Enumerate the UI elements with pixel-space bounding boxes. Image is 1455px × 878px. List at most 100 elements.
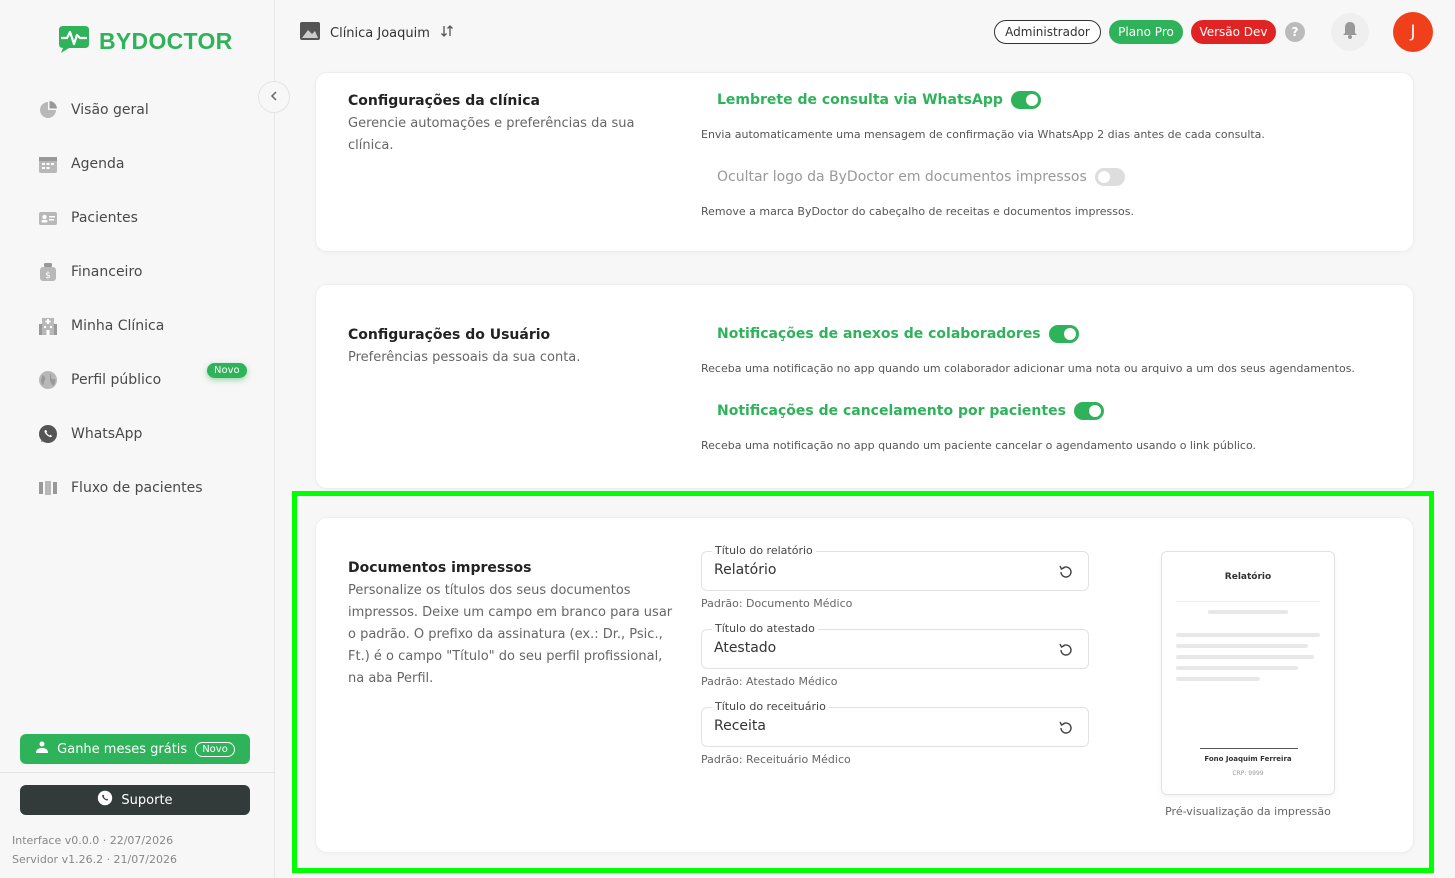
brand-logo[interactable]: BYDOCTOR xyxy=(55,24,233,58)
sidebar-item-label: Agenda xyxy=(71,156,125,172)
sidebar-item-whatsapp[interactable]: WhatsApp xyxy=(37,407,252,461)
whatsapp-reminder-toggle[interactable] xyxy=(1010,91,1041,109)
logo-icon xyxy=(55,24,93,58)
sidebar-item-label: Pacientes xyxy=(71,210,138,226)
user-avatar[interactable]: J xyxy=(1393,12,1433,52)
sidebar-item-label: Financeiro xyxy=(71,264,143,280)
user-settings-title: Configurações do Usuário xyxy=(348,327,551,343)
clinic-settings-title: Configurações da clínica xyxy=(348,93,540,109)
support-button[interactable]: Suporte xyxy=(20,785,250,815)
preview-line xyxy=(1208,610,1288,614)
brand-name: BYDOCTOR xyxy=(99,27,233,54)
attachments-notification-setting: Notificações de anexos de colaboradores xyxy=(717,325,1079,343)
support-label: Suporte xyxy=(121,792,173,808)
user-settings-card: Configurações do Usuário Preferências pe… xyxy=(315,284,1414,489)
clinic-switcher[interactable]: Clínica Joaquim xyxy=(300,22,454,44)
setting-label: Lembrete de consulta via WhatsApp xyxy=(717,92,1003,108)
interface-version: Interface v0.0.0 · 22/07/2026 xyxy=(12,834,174,847)
user-settings-desc: Preferências pessoais da sua conta. xyxy=(348,350,581,365)
report-title-field: Título do relatório xyxy=(701,544,1089,591)
sidebar-item-pacientes[interactable]: Pacientes xyxy=(37,191,252,245)
whatsapp-reminder-setting: Lembrete de consulta via WhatsApp xyxy=(717,91,1041,109)
hide-logo-setting: Ocultar logo da ByDoctor em documentos i… xyxy=(717,168,1125,186)
preview-crp: CRP: 9999 xyxy=(1232,770,1264,777)
sidebar-item-visao-geral[interactable]: Visão geral xyxy=(37,83,252,137)
reset-prescription-title-button[interactable] xyxy=(1056,718,1076,738)
clinic-settings-desc: Gerencie automações e preferências da su… xyxy=(348,116,635,153)
new-badge: Novo xyxy=(195,741,235,757)
report-title-input[interactable] xyxy=(714,562,1034,578)
hide-logo-desc: Remove a marca ByDoctor do cabeçalho de … xyxy=(701,205,1134,218)
preview-line xyxy=(1176,677,1260,681)
preview-signer: Fono Joaquim Ferreira xyxy=(1204,755,1292,763)
money-bag-icon: $ xyxy=(37,261,59,283)
attachments-notification-desc: Receba uma notificação no app quando um … xyxy=(701,362,1355,375)
whatsapp-icon xyxy=(97,790,113,810)
topbar: Clínica Joaquim Administrador Plano Pro … xyxy=(276,0,1455,64)
chevron-left-icon xyxy=(269,89,279,105)
clinic-name: Clínica Joaquim xyxy=(330,25,430,41)
sidebar-item-financeiro[interactable]: $ Financeiro xyxy=(37,245,252,299)
preview-title: Relatório xyxy=(1224,572,1272,582)
patient-card-icon xyxy=(37,207,59,229)
certificate-title-field: Título do atestado xyxy=(701,622,1089,669)
sidebar-item-minha-clinica[interactable]: Minha Clínica xyxy=(37,299,252,353)
plan-badge[interactable]: Plano Pro xyxy=(1109,20,1183,44)
kanban-icon xyxy=(37,477,59,499)
sidebar-item-label: Fluxo de pacientes xyxy=(71,480,203,496)
certificate-title-default: Padrão: Atestado Médico xyxy=(701,675,838,688)
sidebar: BYDOCTOR Visão geral Agenda Pacientes $ … xyxy=(0,0,275,878)
preview-rule xyxy=(1176,601,1320,602)
certificate-title-input[interactable] xyxy=(714,640,1034,656)
preview-line xyxy=(1176,655,1314,659)
cancel-notification-desc: Receba uma notificação no app quando um … xyxy=(701,439,1257,452)
certificate-title-label: Título do atestado xyxy=(712,622,818,635)
whatsapp-icon xyxy=(37,423,59,445)
attachments-notification-toggle[interactable] xyxy=(1048,325,1079,343)
prescription-title-field: Título do receituário xyxy=(701,700,1089,747)
report-title-default: Padrão: Documento Médico xyxy=(701,597,853,610)
new-badge: Novo xyxy=(207,363,247,378)
printed-documents-card: Documentos impressos Personalize os títu… xyxy=(315,517,1414,853)
preview-line xyxy=(1176,633,1320,637)
notifications-button[interactable] xyxy=(1331,13,1369,51)
reset-icon xyxy=(1059,565,1072,578)
sidebar-item-label: Visão geral xyxy=(71,102,149,118)
main-nav: Visão geral Agenda Pacientes $ Financeir… xyxy=(37,83,252,515)
preview-signature-line xyxy=(1200,748,1298,749)
clinic-settings-card: Configurações da clínica Gerencie automa… xyxy=(315,72,1414,252)
reset-report-title-button[interactable] xyxy=(1056,562,1076,582)
sidebar-item-label: Perfil público xyxy=(71,372,162,388)
promo-label: Ganhe meses grátis xyxy=(57,741,188,757)
whatsapp-reminder-desc: Envia automaticamente uma mensagem de co… xyxy=(701,128,1265,141)
help-icon[interactable]: ? xyxy=(1285,22,1305,42)
preview-line xyxy=(1176,644,1308,648)
prescription-title-input[interactable] xyxy=(714,718,1034,734)
report-title-label: Título do relatório xyxy=(712,544,816,557)
version-badge: Versão Dev xyxy=(1191,20,1276,44)
reset-icon xyxy=(1059,643,1072,656)
prescription-title-label: Título do receituário xyxy=(712,700,829,713)
cancel-notification-setting: Notificações de cancelamento por pacient… xyxy=(717,402,1104,420)
sidebar-item-perfil-publico[interactable]: Perfil público Novo xyxy=(37,353,252,407)
sidebar-divider xyxy=(0,772,275,773)
sidebar-item-agenda[interactable]: Agenda xyxy=(37,137,252,191)
reset-certificate-title-button[interactable] xyxy=(1056,640,1076,660)
setting-label: Ocultar logo da ByDoctor em documentos i… xyxy=(717,169,1087,185)
collapse-sidebar-button[interactable] xyxy=(258,81,290,113)
hide-logo-toggle[interactable] xyxy=(1094,168,1125,186)
gift-icon xyxy=(35,740,49,758)
globe-icon xyxy=(37,369,59,391)
cancel-notification-toggle[interactable] xyxy=(1073,402,1104,420)
sidebar-item-label: Minha Clínica xyxy=(71,318,165,334)
printed-documents-title: Documentos impressos xyxy=(348,560,532,576)
sidebar-item-label: WhatsApp xyxy=(71,426,143,442)
preview-caption: Pré-visualização da impressão xyxy=(1165,805,1331,818)
role-badge: Administrador xyxy=(994,20,1101,44)
swap-arrows-icon xyxy=(440,24,454,42)
printed-documents-desc: Personalize os títulos dos seus document… xyxy=(348,583,673,686)
setting-label: Notificações de cancelamento por pacient… xyxy=(717,403,1066,419)
preview-line xyxy=(1176,666,1298,670)
sidebar-item-fluxo-pacientes[interactable]: Fluxo de pacientes xyxy=(37,461,252,515)
earn-free-months-button[interactable]: Ganhe meses grátis Novo xyxy=(20,734,250,764)
